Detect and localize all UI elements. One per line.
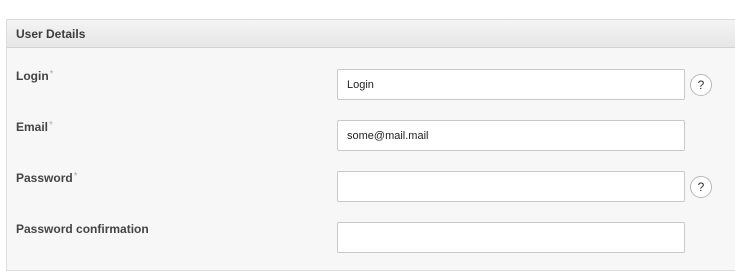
email-label: Email* (16, 120, 53, 134)
password-label-text: Password (16, 171, 73, 185)
password-confirmation-label: Password confirmation (16, 222, 149, 236)
user-details-panel: User Details Login* ? Email* Password* ?… (6, 19, 735, 271)
password-help-icon[interactable]: ? (690, 176, 712, 198)
login-help-icon[interactable]: ? (690, 74, 712, 96)
email-row: Email* (7, 120, 735, 152)
login-label: Login* (16, 69, 54, 83)
required-marker: * (73, 171, 78, 182)
email-label-text: Email (16, 120, 49, 134)
login-input[interactable] (337, 69, 685, 100)
password-label: Password* (16, 171, 78, 185)
required-marker: * (49, 69, 54, 80)
password-confirmation-row: Password confirmation (7, 222, 735, 254)
panel-title: User Details (7, 20, 735, 48)
password-confirmation-input[interactable] (337, 222, 685, 253)
login-row: Login* ? (7, 69, 735, 101)
password-row: Password* ? (7, 171, 735, 203)
password-input[interactable] (337, 171, 685, 202)
email-input[interactable] (337, 120, 685, 151)
login-label-text: Login (16, 69, 49, 83)
required-marker: * (49, 120, 53, 131)
